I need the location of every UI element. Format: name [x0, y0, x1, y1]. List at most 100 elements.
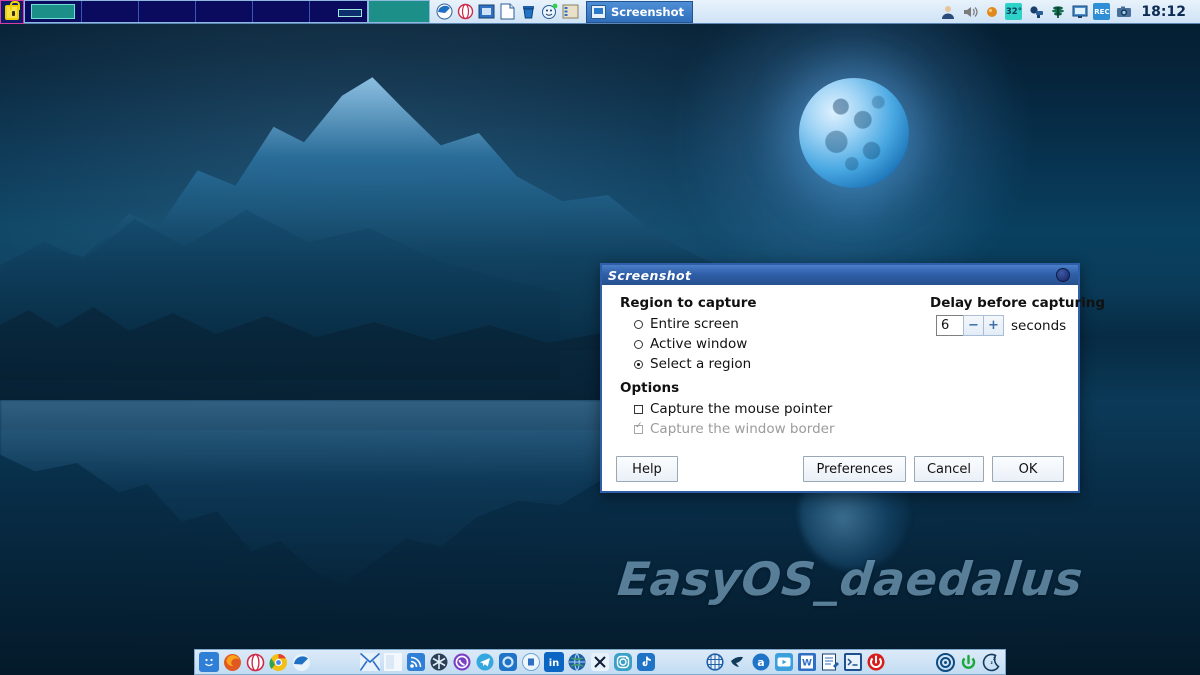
workspace-switcher[interactable]	[24, 0, 368, 23]
terminal-icon[interactable]	[843, 652, 863, 672]
options-group-label: Options	[620, 380, 680, 396]
instagram-icon[interactable]	[613, 652, 633, 672]
blueball-icon[interactable]	[291, 652, 311, 672]
paint-bucket-icon[interactable]	[519, 3, 537, 21]
dialog-title: Screenshot	[608, 267, 692, 283]
orange-dot-icon[interactable]	[983, 3, 1000, 20]
telegram-icon[interactable]	[475, 652, 495, 672]
checkbox-icon	[634, 404, 643, 414]
dock-group-social: in	[356, 652, 660, 672]
volume-icon[interactable]	[961, 3, 978, 20]
desktop-screen: EasyOS_daedalus Screenshot 32° REC 18:12…	[0, 0, 1200, 675]
dock-group-browsers	[195, 652, 315, 672]
workspace-2[interactable]	[82, 1, 139, 22]
workspace-window-preview	[338, 9, 362, 17]
delay-input[interactable]: 6	[936, 315, 964, 336]
smiley-help-icon[interactable]	[540, 3, 558, 21]
blueball-launcher-icon[interactable]	[435, 3, 453, 21]
region-group-label: Region to capture	[620, 295, 757, 311]
svg-text:in: in	[549, 658, 560, 669]
close-icon[interactable]	[1056, 268, 1070, 282]
dock-group-apps: a W	[701, 652, 890, 672]
record-icon[interactable]: REC	[1093, 3, 1111, 20]
wallpaper-moon	[799, 78, 909, 188]
wallpaper-label: EasyOS_daedalus	[615, 552, 1086, 606]
sleep-moon-icon[interactable]: zz	[981, 652, 1001, 672]
openai-icon[interactable]	[498, 652, 518, 672]
screenshot-window-icon	[591, 4, 606, 19]
notepad-icon[interactable]	[820, 652, 840, 672]
workspace-4[interactable]	[196, 1, 253, 22]
ok-button[interactable]: OK	[992, 456, 1064, 482]
help-button[interactable]: Help	[616, 456, 678, 482]
finder-icon[interactable]	[199, 652, 219, 672]
top-taskbar: Screenshot 32° REC 18:12	[0, 0, 1200, 24]
checkbox-capture-mouse-pointer[interactable]: Capture the mouse pointer	[620, 399, 920, 419]
radio-label: Active window	[650, 336, 748, 352]
network-tower-icon[interactable]	[1049, 3, 1066, 20]
dialog-body: Region to capture Entire screen Active w…	[602, 285, 1105, 447]
x-twitter-icon[interactable]	[590, 652, 610, 672]
record-label: REC	[1094, 7, 1110, 16]
snowflake-icon[interactable]	[429, 652, 449, 672]
system-tray: 32° REC 18:12	[933, 0, 1200, 23]
delay-increment-button[interactable]: +	[983, 315, 1004, 336]
restart-power-icon[interactable]	[958, 652, 978, 672]
printer-icon[interactable]	[1027, 3, 1044, 20]
target-icon[interactable]	[935, 652, 955, 672]
youtube-icon[interactable]	[774, 652, 794, 672]
svg-text:a: a	[757, 656, 764, 669]
rss-feed-icon[interactable]	[406, 652, 426, 672]
filemanager-icon[interactable]	[561, 3, 579, 21]
checkbox-icon-checked	[634, 422, 643, 434]
workspace-1[interactable]	[25, 1, 82, 22]
delay-column: Delay before capturing 6 − + seconds	[930, 295, 1105, 336]
circle-app-icon[interactable]	[521, 652, 541, 672]
preferences-button[interactable]: Preferences	[803, 456, 906, 482]
radio-icon	[634, 339, 643, 349]
radio-active-window[interactable]: Active window	[620, 334, 920, 354]
text-document-icon[interactable]	[498, 3, 516, 21]
padlock-icon	[5, 0, 20, 20]
temperature-icon[interactable]: 32°	[1005, 3, 1023, 20]
whatsapp-icon[interactable]	[452, 652, 472, 672]
opera-launcher-icon[interactable]	[456, 3, 474, 21]
radio-entire-screen[interactable]: Entire screen	[620, 314, 920, 334]
mail-icon[interactable]	[360, 652, 380, 672]
delay-decrement-button[interactable]: −	[963, 315, 984, 336]
workspace-3[interactable]	[139, 1, 196, 22]
svg-text:z: z	[993, 656, 996, 662]
bird-icon[interactable]	[728, 652, 748, 672]
workspace-active-indicator[interactable]	[368, 0, 430, 23]
cancel-button[interactable]: Cancel	[913, 456, 984, 482]
globe-browser-icon[interactable]	[567, 652, 587, 672]
amazon-icon[interactable]: a	[751, 652, 771, 672]
white-square-icon[interactable]	[383, 652, 403, 672]
task-button-screenshot[interactable]: Screenshot	[586, 0, 693, 23]
camera-icon[interactable]	[1115, 3, 1132, 20]
grid-globe-icon[interactable]	[705, 652, 725, 672]
lock-screen-button[interactable]	[0, 0, 24, 24]
tiktok-icon[interactable]	[636, 652, 656, 672]
user-account-icon[interactable]	[939, 3, 956, 20]
checkbox-label: Capture the mouse pointer	[650, 401, 833, 417]
bottom-dock: in a W z z	[194, 649, 1006, 675]
quick-launch-bar	[430, 0, 584, 23]
screenshot-launcher-icon[interactable]	[477, 3, 495, 21]
workspace-6[interactable]	[310, 1, 367, 22]
dialog-titlebar[interactable]: Screenshot	[602, 265, 1078, 285]
screenshot-dialog: Screenshot Region to capture Entire scre…	[600, 263, 1105, 493]
clock[interactable]: 18:12	[1137, 4, 1194, 20]
region-options-column: Region to capture Entire screen Active w…	[620, 295, 920, 439]
linkedin-icon[interactable]: in	[544, 652, 564, 672]
opera-icon[interactable]	[245, 652, 265, 672]
power-off-icon[interactable]	[866, 652, 886, 672]
chrome-icon[interactable]	[268, 652, 288, 672]
display-icon[interactable]	[1071, 3, 1088, 20]
radio-select-a-region[interactable]: Select a region	[620, 354, 920, 374]
firefox-icon[interactable]	[222, 652, 242, 672]
word-document-icon[interactable]: W	[797, 652, 817, 672]
workspace-5[interactable]	[253, 1, 310, 22]
checkbox-label: Capture the window border	[650, 421, 835, 437]
radio-icon	[634, 319, 643, 329]
